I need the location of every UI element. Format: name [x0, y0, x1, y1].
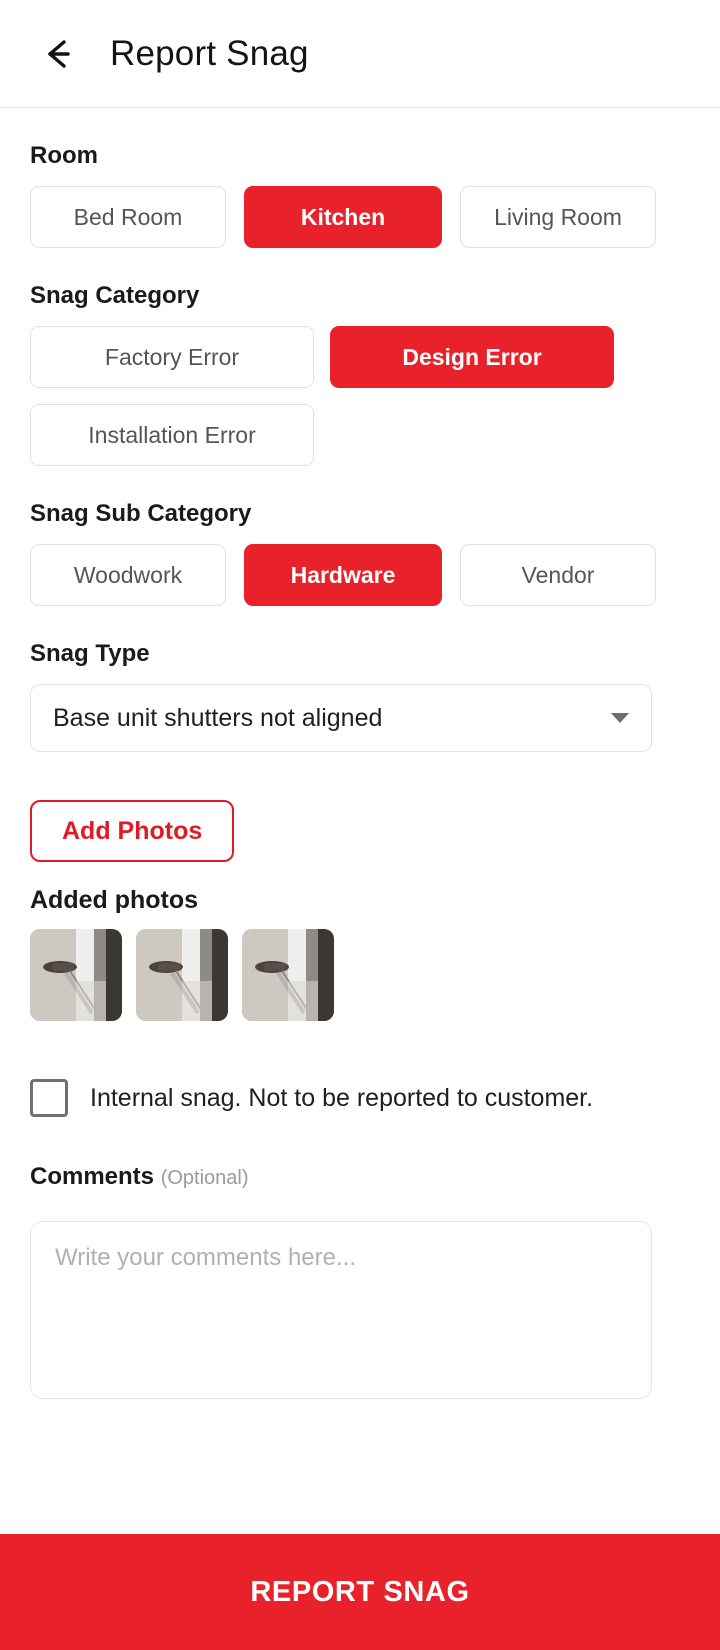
room-label: Room: [30, 142, 98, 169]
room-option-kitchen[interactable]: Kitchen: [244, 186, 442, 248]
cabinet-hinge-photo-icon: [30, 929, 122, 1021]
snag-sub-category-option-woodwork[interactable]: Woodwork: [30, 544, 226, 606]
snag-type-value: Base unit shutters not aligned: [53, 703, 383, 732]
arrow-left-icon: [38, 34, 78, 74]
added-photos-label: Added photos: [30, 886, 199, 914]
internal-snag-label: Internal snag. Not to be reported to cus…: [90, 1083, 594, 1112]
snag-sub-category-option-hardware[interactable]: Hardware: [244, 544, 442, 606]
comments-label-text: Comments: [30, 1163, 155, 1190]
photo-thumbnail[interactable]: [30, 929, 122, 1021]
snag-category-section: Snag Category Factory Error Design Error…: [30, 282, 690, 466]
report-snag-submit-button[interactable]: REPORT SNAG: [0, 1534, 720, 1650]
chevron-down-icon: [611, 713, 629, 723]
photo-thumbnail[interactable]: [136, 929, 228, 1021]
snag-category-label: Snag Category: [30, 282, 200, 309]
back-button[interactable]: [32, 28, 84, 80]
comments-label: Comments (Optional): [30, 1163, 690, 1191]
app-header: Report Snag: [0, 0, 720, 108]
room-option-bed-room[interactable]: Bed Room: [30, 186, 226, 248]
snag-sub-category-options: Woodwork Hardware Vendor: [30, 544, 690, 606]
snag-category-options: Factory Error Design Error Installation …: [30, 326, 690, 466]
snag-type-section: Snag Type Base unit shutters not aligned: [30, 640, 690, 752]
room-section: Room Bed Room Kitchen Living Room: [30, 142, 690, 248]
snag-category-option-design-error[interactable]: Design Error: [330, 326, 614, 388]
comments-input[interactable]: [30, 1221, 652, 1399]
cabinet-hinge-photo-icon: [242, 929, 334, 1021]
add-photos-button[interactable]: Add Photos: [30, 800, 235, 862]
snag-type-label: Snag Type: [30, 640, 150, 667]
snag-sub-category-option-vendor[interactable]: Vendor: [460, 544, 656, 606]
snag-type-dropdown[interactable]: Base unit shutters not aligned: [30, 684, 652, 752]
comments-optional-text: (Optional): [160, 1167, 249, 1189]
add-photos-section: Add Photos Added photos: [30, 800, 690, 1021]
snag-category-option-installation-error[interactable]: Installation Error: [30, 404, 314, 466]
page-title: Report Snag: [110, 33, 309, 73]
cabinet-hinge-photo-icon: [136, 929, 228, 1021]
form-body: Room Bed Room Kitchen Living Room Snag C…: [0, 142, 720, 1404]
photo-thumbnail[interactable]: [242, 929, 334, 1021]
room-options: Bed Room Kitchen Living Room: [30, 186, 690, 248]
snag-sub-category-section: Snag Sub Category Woodwork Hardware Vend…: [30, 500, 690, 606]
added-photos-list: [30, 929, 690, 1021]
comments-section: Comments (Optional): [30, 1163, 690, 1404]
internal-snag-row[interactable]: Internal snag. Not to be reported to cus…: [30, 1079, 690, 1117]
report-snag-screen: Report Snag Room Bed Room Kitchen Living…: [0, 0, 720, 1650]
submit-button-label: REPORT SNAG: [250, 1575, 470, 1608]
snag-sub-category-label: Snag Sub Category: [30, 500, 252, 527]
snag-category-option-factory-error[interactable]: Factory Error: [30, 326, 314, 388]
room-option-living-room[interactable]: Living Room: [460, 186, 656, 248]
internal-snag-checkbox[interactable]: [30, 1079, 68, 1117]
